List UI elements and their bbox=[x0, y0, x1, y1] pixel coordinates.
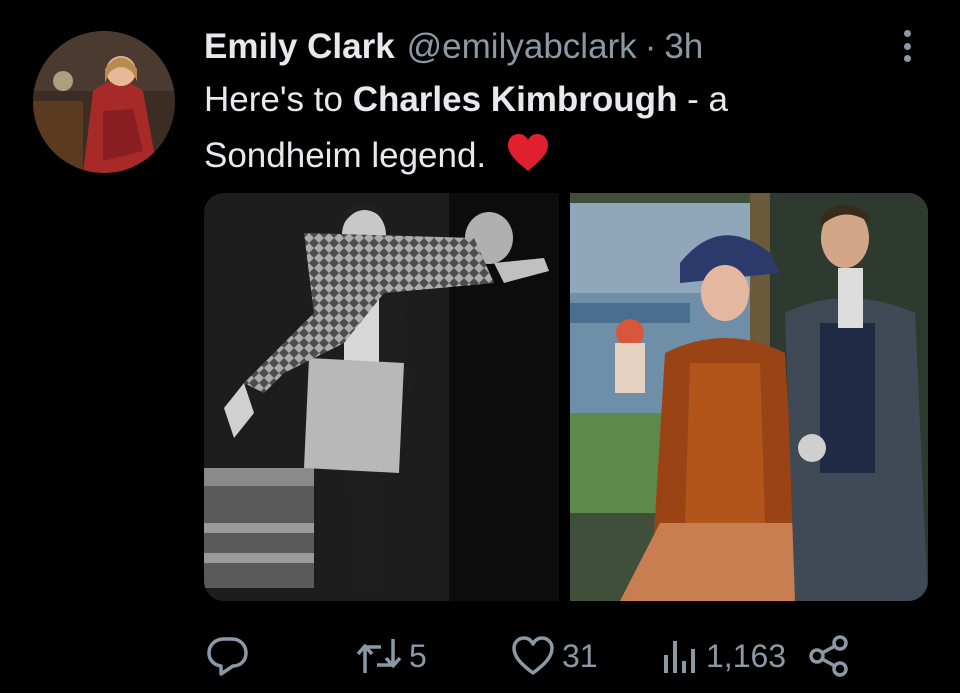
color-stage-costume-photo bbox=[570, 193, 928, 601]
retweet-count: 5 bbox=[409, 637, 427, 674]
tweet-text-bold: Charles Kimbrough bbox=[352, 80, 678, 119]
tweet-header: Emily Clark @emilyabclark · 3h bbox=[204, 24, 703, 70]
retweet-button[interactable]: 5 bbox=[355, 630, 427, 682]
like-button[interactable]: 31 bbox=[510, 630, 598, 682]
red-heart-emoji-icon bbox=[506, 133, 550, 182]
reply-icon bbox=[207, 637, 248, 676]
author-name[interactable]: Emily Clark bbox=[204, 27, 395, 67]
header-separator: · bbox=[644, 27, 657, 66]
tweet-text-line2: Sondheim legend. bbox=[204, 136, 487, 175]
tweet-action-bar: 5 31 1,163 bbox=[0, 630, 960, 682]
author-handle[interactable]: @emilyabclark bbox=[407, 27, 637, 67]
more-icon[interactable] bbox=[890, 26, 924, 66]
reply-button[interactable] bbox=[205, 630, 257, 682]
tweet-text-prefix: Here's to bbox=[204, 80, 353, 119]
media-photo-right[interactable] bbox=[570, 193, 928, 601]
share-button[interactable] bbox=[806, 630, 852, 682]
views-icon bbox=[664, 641, 695, 673]
tweet-text-line-2: Sondheim legend. bbox=[204, 133, 550, 182]
tweet-timestamp[interactable]: 3h bbox=[664, 27, 703, 67]
like-count: 31 bbox=[562, 637, 598, 674]
views-button[interactable]: 1,163 bbox=[660, 630, 786, 682]
author-avatar[interactable] bbox=[33, 31, 175, 173]
like-icon bbox=[512, 636, 554, 675]
avatar-image bbox=[33, 31, 175, 173]
tweet-text-suffix: - a bbox=[677, 80, 729, 119]
tweet-text-line-1: Here's to Charles Kimbrough - a bbox=[204, 80, 728, 120]
share-icon bbox=[809, 635, 848, 677]
black-and-white-stage-photo bbox=[204, 193, 559, 601]
media-photo-left[interactable] bbox=[204, 193, 559, 601]
views-count: 1,163 bbox=[706, 637, 787, 674]
retweet-icon bbox=[356, 639, 402, 673]
